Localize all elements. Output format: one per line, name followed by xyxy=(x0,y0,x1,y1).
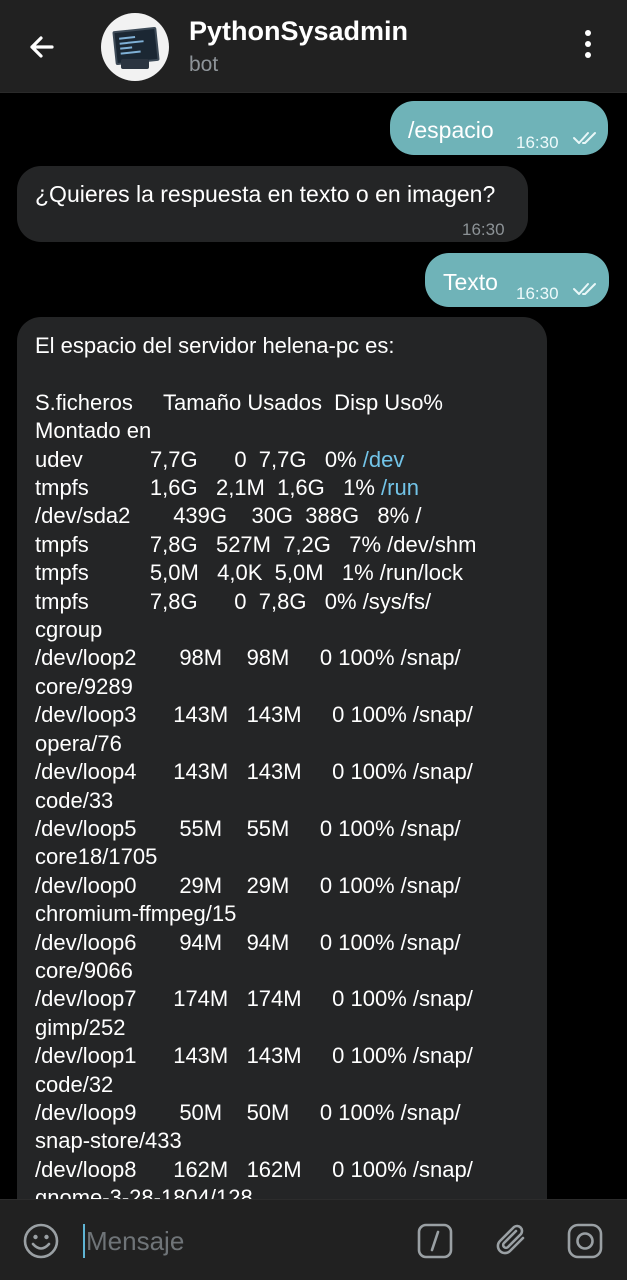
filesystem-name: /dev/loop8 xyxy=(35,1156,137,1182)
report-row: udev 7,7G 0 7,7G 0% /dev xyxy=(35,446,540,474)
message-outgoing[interactable]: Texto 16:30 xyxy=(425,253,609,307)
more-menu-button[interactable] xyxy=(576,30,600,64)
report-row-cont: gimp/252 xyxy=(35,1014,126,1040)
attach-button[interactable] xyxy=(492,1220,532,1260)
dot xyxy=(585,52,591,58)
report-row-cont: chromium-ffmpeg/15 xyxy=(35,901,237,927)
message-incoming-disk-report[interactable]: El espacio del servidor helena-pc es: S.… xyxy=(17,317,547,1217)
usage-columns: 174M 174M 0 100% /snap/ xyxy=(136,986,473,1012)
disk-report-text: El espacio del servidor helena-pc es: S.… xyxy=(35,332,540,1213)
filesystem-name: tmpfs xyxy=(35,531,89,557)
report-row: /dev/loop0 29M 29M 0 100% /snap/ xyxy=(35,872,540,900)
chat-title[interactable]: PythonSysadmin xyxy=(189,16,408,47)
report-row-cont: cgroup xyxy=(35,617,103,643)
composer-bar xyxy=(0,1199,627,1280)
message-time: 16:30 xyxy=(516,133,559,152)
report-row-cont: core18/1705 xyxy=(35,844,158,870)
usage-columns: 1,6G 2,1M 1,6G 1% xyxy=(88,475,382,501)
smile-icon xyxy=(23,1223,59,1259)
instagram-camera-icon xyxy=(567,1223,603,1259)
report-row-cont: code/32 xyxy=(35,1071,114,1097)
back-button[interactable] xyxy=(22,27,62,67)
usage-columns: 143M 143M 0 100% /snap/ xyxy=(136,1043,473,1069)
filesystem-name: /dev/loop5 xyxy=(35,815,137,841)
report-table-header: S.ficheros Tamaño Usados Disp Uso% xyxy=(35,389,443,415)
report-row: /dev/loop6 94M 94M 0 100% /snap/ xyxy=(35,929,540,957)
more-vertical-icon xyxy=(585,30,591,36)
filesystem-name: /dev/loop4 xyxy=(35,759,137,785)
chat-header: PythonSysadmin bot xyxy=(0,0,627,93)
usage-columns: 7,7G 0 7,7G 0% xyxy=(82,446,363,472)
filesystem-name: tmpfs xyxy=(35,475,89,501)
report-row: tmpfs 7,8G 527M 7,2G 7% /dev/shm xyxy=(35,531,540,559)
report-row-cont: snap-store/433 xyxy=(35,1128,182,1154)
usage-columns: 439G 30G 388G 8% / xyxy=(130,503,422,529)
report-row: tmpfs 7,8G 0 7,8G 0% /sys/fs/ xyxy=(35,588,540,616)
chat-subtitle: bot xyxy=(189,53,219,76)
filesystem-name: /dev/loop9 xyxy=(35,1099,137,1125)
laptop-base xyxy=(121,59,149,69)
emoji-button[interactable] xyxy=(22,1222,60,1260)
message-incoming[interactable]: ¿Quieres la respuesta en texto o en imag… xyxy=(17,166,528,242)
paperclip-icon xyxy=(496,1224,525,1255)
usage-columns: 143M 143M 0 100% /snap/ xyxy=(136,759,473,785)
filesystem-name: /dev/sda2 xyxy=(35,503,131,529)
slash-command-icon xyxy=(417,1223,453,1259)
report-row: /dev/sda2 439G 30G 388G 8% / xyxy=(35,502,540,530)
report-row-cont: opera/76 xyxy=(35,730,122,756)
report-row: /dev/loop9 50M 50M 0 100% /snap/ xyxy=(35,1099,540,1127)
report-row: tmpfs 5,0M 4,0K 5,0M 1% /run/lock xyxy=(35,559,540,587)
report-row: /dev/loop7 174M 174M 0 100% /snap/ xyxy=(35,985,540,1013)
filesystem-name: tmpfs xyxy=(35,588,89,614)
report-row: /dev/loop1 143M 143M 0 100% /snap/ xyxy=(35,1042,540,1070)
double-check-icon xyxy=(573,283,596,295)
report-row: /dev/loop3 143M 143M 0 100% /snap/ xyxy=(35,701,540,729)
message-input[interactable] xyxy=(84,1220,398,1262)
report-intro: El espacio del servidor helena-pc es: xyxy=(35,333,395,358)
message-text: /espacio xyxy=(408,117,494,143)
mount-link[interactable]: /dev xyxy=(363,447,405,472)
filesystem-name: tmpfs xyxy=(35,560,89,586)
usage-columns: 98M 98M 0 100% /snap/ xyxy=(136,645,461,671)
mount-link[interactable]: /run xyxy=(381,475,419,500)
report-blank xyxy=(35,360,540,388)
report-row: tmpfs 1,6G 2,1M 1,6G 1% /run xyxy=(35,474,540,502)
usage-columns: 7,8G 527M 7,2G 7% /dev/shm xyxy=(88,531,477,557)
usage-columns: 94M 94M 0 100% /snap/ xyxy=(136,929,461,955)
message-text: ¿Quieres la respuesta en texto o en imag… xyxy=(35,181,496,207)
usage-columns: 50M 50M 0 100% /snap/ xyxy=(136,1099,461,1125)
usage-columns: 29M 29M 0 100% /snap/ xyxy=(136,872,461,898)
avatar[interactable] xyxy=(101,13,169,81)
message-time: 16:30 xyxy=(462,220,505,239)
filesystem-name: /dev/loop0 xyxy=(35,872,137,898)
filesystem-name: /dev/loop7 xyxy=(35,986,137,1012)
filesystem-name: udev xyxy=(35,446,83,472)
message-time: 16:30 xyxy=(516,284,559,303)
report-row: /dev/loop2 98M 98M 0 100% /snap/ xyxy=(35,644,540,672)
filesystem-name: /dev/loop6 xyxy=(35,929,137,955)
dot xyxy=(585,41,591,47)
filesystem-name: /dev/loop1 xyxy=(35,1043,137,1069)
report-row-cont: core/9066 xyxy=(35,957,133,983)
bot-commands-button[interactable] xyxy=(416,1222,454,1260)
report-row: /dev/loop5 55M 55M 0 100% /snap/ xyxy=(35,815,540,843)
message-text: Texto xyxy=(443,269,498,295)
usage-columns: 55M 55M 0 100% /snap/ xyxy=(136,815,461,841)
report-row: /dev/loop8 162M 162M 0 100% /snap/ xyxy=(35,1156,540,1184)
usage-columns: 7,8G 0 7,8G 0% /sys/fs/ xyxy=(88,588,432,614)
arrow-left-icon xyxy=(30,36,54,58)
camera-button[interactable] xyxy=(566,1222,604,1260)
report-row-cont: code/33 xyxy=(35,787,114,813)
usage-columns: 162M 162M 0 100% /snap/ xyxy=(136,1156,473,1182)
double-check-icon xyxy=(573,132,596,144)
report-table-header-cont: Montado en xyxy=(35,418,152,444)
message-outgoing[interactable]: /espacio 16:30 xyxy=(390,101,608,155)
usage-columns: 5,0M 4,0K 5,0M 1% /run/lock xyxy=(88,560,463,586)
filesystem-name: /dev/loop3 xyxy=(35,702,137,728)
report-row: /dev/loop4 143M 143M 0 100% /snap/ xyxy=(35,758,540,786)
usage-columns: 143M 143M 0 100% /snap/ xyxy=(136,702,473,728)
filesystem-name: /dev/loop2 xyxy=(35,645,137,671)
report-row-cont: core/9289 xyxy=(35,673,133,699)
